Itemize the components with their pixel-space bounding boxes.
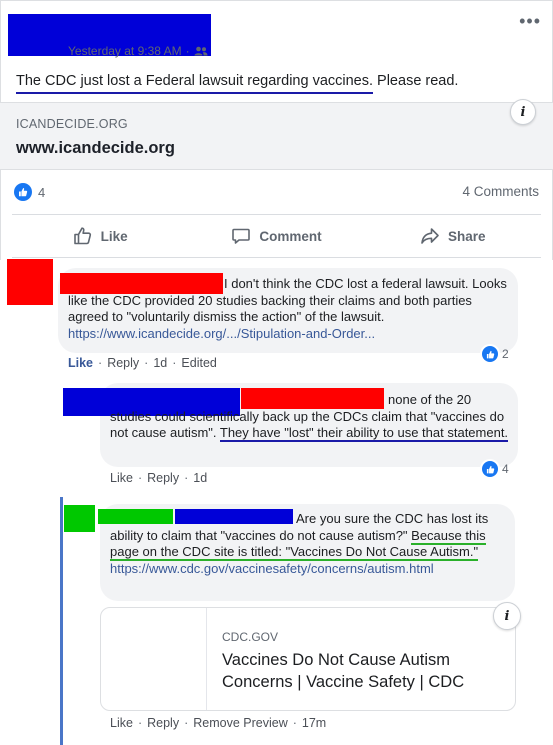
share-button[interactable]: Share bbox=[365, 215, 541, 257]
reply-footer: Like · Reply · Remove Preview · 17m bbox=[110, 716, 326, 730]
link-preview[interactable]: ICANDECIDE.ORG www.icandecide.org bbox=[0, 102, 553, 170]
comment-edited-label[interactable]: Edited bbox=[181, 356, 216, 370]
footer-separator: · bbox=[172, 356, 177, 370]
post-action-bar: Like Comment Share bbox=[12, 214, 541, 258]
link-preview-title[interactable]: Vaccines Do Not Cause Autism Concerns | … bbox=[222, 649, 502, 693]
cdc-link-preview[interactable]: CDC.GOV Vaccines Do Not Cause Autism Con… bbox=[100, 607, 516, 711]
comment-icon bbox=[232, 228, 251, 244]
share-label: Share bbox=[448, 228, 486, 244]
footer-separator: · bbox=[292, 716, 297, 730]
reply-reactions[interactable]: 4 bbox=[482, 461, 509, 477]
comment-reply-button[interactable]: Reply bbox=[107, 356, 139, 370]
reply-text: none of the 20 studies could scientifica… bbox=[110, 392, 510, 442]
like-reaction-icon bbox=[482, 346, 498, 362]
friends-icon bbox=[194, 46, 208, 56]
redacted-avatar bbox=[7, 259, 53, 305]
footer-separator: · bbox=[98, 356, 103, 370]
post-reactions[interactable]: 4 bbox=[14, 183, 45, 201]
like-reaction-icon bbox=[482, 461, 498, 477]
like-button[interactable]: Like bbox=[12, 215, 188, 257]
info-icon[interactable]: i bbox=[510, 99, 536, 125]
comment-label: Comment bbox=[259, 228, 322, 244]
reply-timestamp[interactable]: 17m bbox=[302, 716, 326, 730]
link-preview-domain: CDC.GOV bbox=[222, 630, 279, 644]
link-preview-title[interactable]: www.icandecide.org bbox=[16, 139, 175, 158]
post-options-icon[interactable]: ••• bbox=[519, 12, 541, 30]
comment-timestamp[interactable]: 1d bbox=[153, 356, 167, 370]
like-label: Like bbox=[100, 228, 128, 244]
link-preview-thumbnail bbox=[101, 608, 207, 710]
post-meta: Yesterday at 9:38 AM · bbox=[68, 44, 208, 58]
comment-like-button[interactable]: Like bbox=[68, 356, 93, 370]
footer-separator: · bbox=[184, 716, 189, 730]
reply-reaction-count: 4 bbox=[502, 462, 509, 476]
comment-reactions[interactable]: 2 bbox=[482, 346, 509, 362]
comment-body: I don't think the CDC lost a federal law… bbox=[68, 276, 507, 324]
reactions-count: 4 bbox=[38, 184, 46, 200]
redacted-avatar bbox=[64, 505, 95, 532]
comments-count[interactable]: 4 Comments bbox=[462, 184, 539, 199]
meta-separator: · bbox=[185, 44, 190, 58]
comment-text: I don't think the CDC lost a federal law… bbox=[68, 276, 508, 342]
info-icon[interactable]: i bbox=[493, 602, 521, 630]
reply-like-button[interactable]: Like bbox=[110, 716, 133, 730]
footer-separator: · bbox=[184, 471, 189, 485]
comment-button[interactable]: Comment bbox=[188, 215, 364, 257]
like-reaction-icon bbox=[14, 183, 32, 201]
reply-timestamp[interactable]: 1d bbox=[193, 471, 207, 485]
footer-separator: · bbox=[144, 356, 149, 370]
reply-reply-button[interactable]: Reply bbox=[147, 716, 179, 730]
post-timestamp[interactable]: Yesterday at 9:38 AM bbox=[68, 44, 182, 58]
thumbs-up-icon bbox=[73, 227, 91, 245]
reply-footer: Like · Reply · 1d bbox=[110, 471, 207, 485]
post-text-rest: Please read. bbox=[373, 73, 459, 89]
reply-underlined-text: They have "lost" their ability to use th… bbox=[219, 425, 509, 442]
comment-reaction-count: 2 bbox=[502, 347, 509, 361]
remove-preview-button[interactable]: Remove Preview bbox=[193, 716, 287, 730]
footer-separator: · bbox=[137, 716, 143, 730]
reply-thread-line bbox=[60, 497, 63, 745]
reply-like-button[interactable]: Like bbox=[110, 471, 133, 485]
share-icon bbox=[421, 228, 439, 244]
post-text-underlined: The CDC just lost a Federal lawsuit rega… bbox=[16, 73, 374, 94]
post-body: The CDC just lost a Federal lawsuit rega… bbox=[16, 73, 459, 94]
footer-separator: · bbox=[137, 471, 143, 485]
comment-footer: Like · Reply · 1d · Edited bbox=[68, 356, 217, 370]
link-preview-domain: ICANDECIDE.ORG bbox=[16, 117, 128, 131]
reply-text: Are you sure the CDC has lost its abilit… bbox=[110, 511, 508, 577]
reply-reply-button[interactable]: Reply bbox=[147, 471, 179, 485]
comment-link[interactable]: https://www.icandecide.org/.../Stipulati… bbox=[68, 326, 375, 341]
reply-link[interactable]: https://www.cdc.gov/vaccinesafety/concer… bbox=[110, 561, 434, 576]
